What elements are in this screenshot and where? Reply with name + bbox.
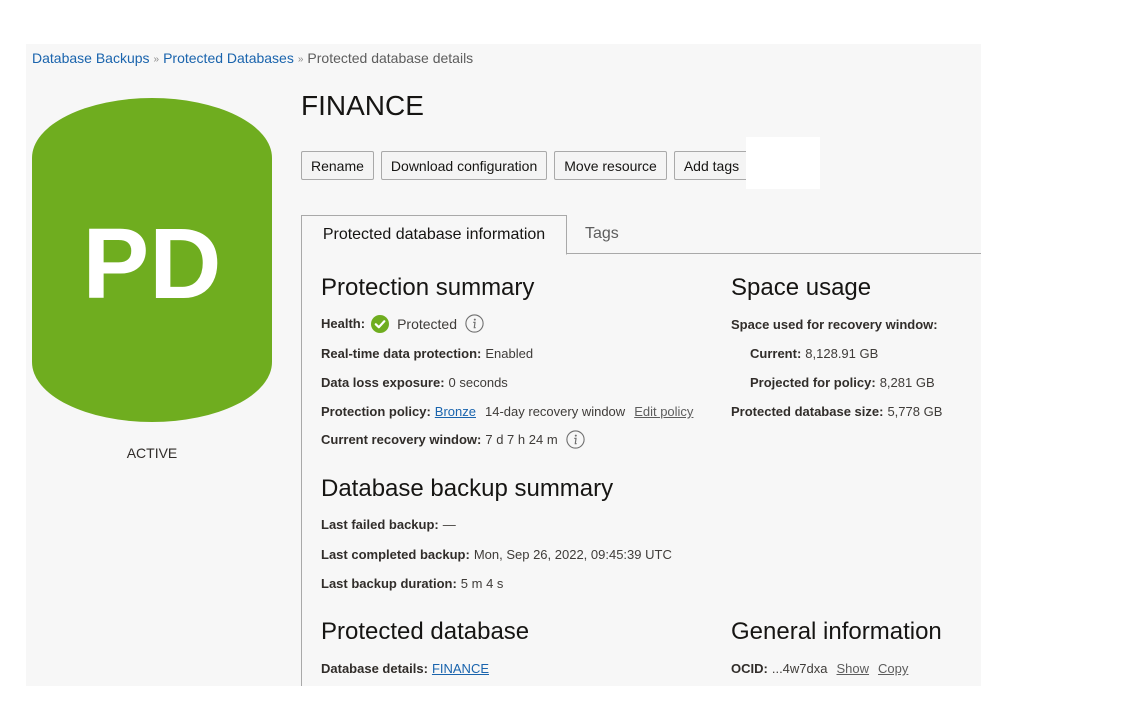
database-details-label: Database details: [321, 661, 428, 676]
realtime-protection-row: Real-time data protection: Enabled [321, 346, 533, 361]
move-resource-button[interactable]: Move resource [554, 151, 667, 180]
content-divider [301, 254, 302, 686]
realtime-value: Enabled [485, 346, 534, 361]
blank-area [746, 137, 820, 189]
last-failed-row: Last failed backup: — [321, 517, 456, 532]
last-completed-value: Mon, Sep 26, 2022, 09:45:39 UTC [473, 547, 672, 562]
space-used-row: Space used for recovery window: [731, 317, 942, 332]
protection-summary-heading: Protection summary [321, 274, 535, 301]
health-row: Health: Protected [321, 314, 484, 333]
protection-policy-row: Protection policy: Bronze 14-day recover… [321, 404, 693, 419]
projected-usage-label: Projected for policy: [750, 375, 876, 390]
health-label: Health: [321, 316, 366, 331]
last-failed-value: — [442, 517, 456, 532]
space-usage-heading: Space usage [731, 274, 872, 301]
breadcrumb-separator: » [297, 54, 304, 65]
rename-button[interactable]: Rename [301, 151, 374, 180]
recovery-window-row: Current recovery window: 7 d 7 h 24 m [321, 430, 585, 449]
current-usage-label: Current: [750, 346, 802, 361]
ocid-label: OCID: [731, 661, 768, 676]
tab-protected-database-information[interactable]: Protected database information [301, 215, 567, 255]
data-loss-row: Data loss exposure: 0 seconds [321, 375, 508, 390]
backup-summary-heading: Database backup summary [321, 475, 614, 502]
policy-label: Protection policy: [321, 404, 431, 419]
ocid-row: OCID: ...4w7dxa Show Copy [731, 661, 908, 676]
download-configuration-button[interactable]: Download configuration [380, 151, 548, 180]
add-tags-button[interactable]: Add tags [673, 151, 750, 180]
health-value: Protected [397, 315, 457, 332]
protected-database-heading: Protected database [321, 618, 530, 645]
last-completed-row: Last completed backup: Mon, Sep 26, 2022… [321, 547, 672, 562]
current-usage-value: 8,128.91 GB [805, 346, 879, 361]
data-loss-value: 0 seconds [448, 375, 508, 390]
projected-usage-row: Projected for policy: 8,281 GB [750, 375, 935, 390]
lifecycle-state: ACTIVE [126, 445, 178, 461]
action-bar: Rename Download configuration Move resou… [301, 151, 750, 180]
breadcrumb-separator: » [153, 54, 160, 65]
tab-bar: Protected database information Tags [301, 215, 981, 255]
breadcrumb-database-backups[interactable]: Database Backups [32, 50, 150, 66]
projected-usage-value: 8,281 GB [879, 375, 935, 390]
breadcrumb-current: Protected database details [307, 50, 474, 66]
database-size-row: Protected database size: 5,778 GB [731, 404, 942, 419]
policy-link[interactable]: Bronze [435, 404, 476, 419]
general-information-heading: General information [731, 618, 942, 645]
recovery-window-label: Current recovery window: [321, 432, 482, 447]
show-ocid-link[interactable]: Show [837, 661, 870, 676]
page-title: FINANCE [301, 90, 424, 121]
current-usage-row: Current: 8,128.91 GB [750, 346, 878, 361]
backup-duration-row: Last backup duration: 5 m 4 s [321, 576, 503, 591]
recovery-window-value: 7 d 7 h 24 m [485, 432, 558, 447]
edit-policy-link[interactable]: Edit policy [634, 404, 693, 419]
backup-duration-label: Last backup duration: [321, 576, 457, 591]
info-icon[interactable] [465, 314, 484, 333]
database-details-link[interactable]: FINANCE [432, 661, 489, 676]
policy-window: 14-day recovery window [485, 404, 626, 419]
tab-tags[interactable]: Tags [585, 215, 619, 254]
breadcrumb-protected-databases[interactable]: Protected Databases [163, 50, 294, 66]
copy-ocid-link[interactable]: Copy [878, 661, 908, 676]
last-completed-label: Last completed backup: [321, 547, 470, 562]
check-circle-icon [371, 314, 390, 333]
last-failed-label: Last failed backup: [321, 517, 439, 532]
data-loss-label: Data loss exposure: [321, 375, 445, 390]
backup-duration-value: 5 m 4 s [460, 576, 504, 591]
database-size-value: 5,778 GB [887, 404, 943, 419]
space-used-label: Space used for recovery window: [731, 317, 938, 332]
protected-database-icon: PD [32, 98, 272, 422]
ocid-value: ...4w7dxa [771, 661, 828, 676]
database-size-label: Protected database size: [731, 404, 884, 419]
breadcrumb: Database Backups» Protected Databases» Pro… [32, 50, 473, 66]
database-details-row: Database details: FINANCE [321, 661, 489, 676]
resource-initials: PD [83, 208, 222, 320]
realtime-label: Real-time data protection: [321, 346, 482, 361]
info-icon[interactable] [566, 430, 585, 449]
